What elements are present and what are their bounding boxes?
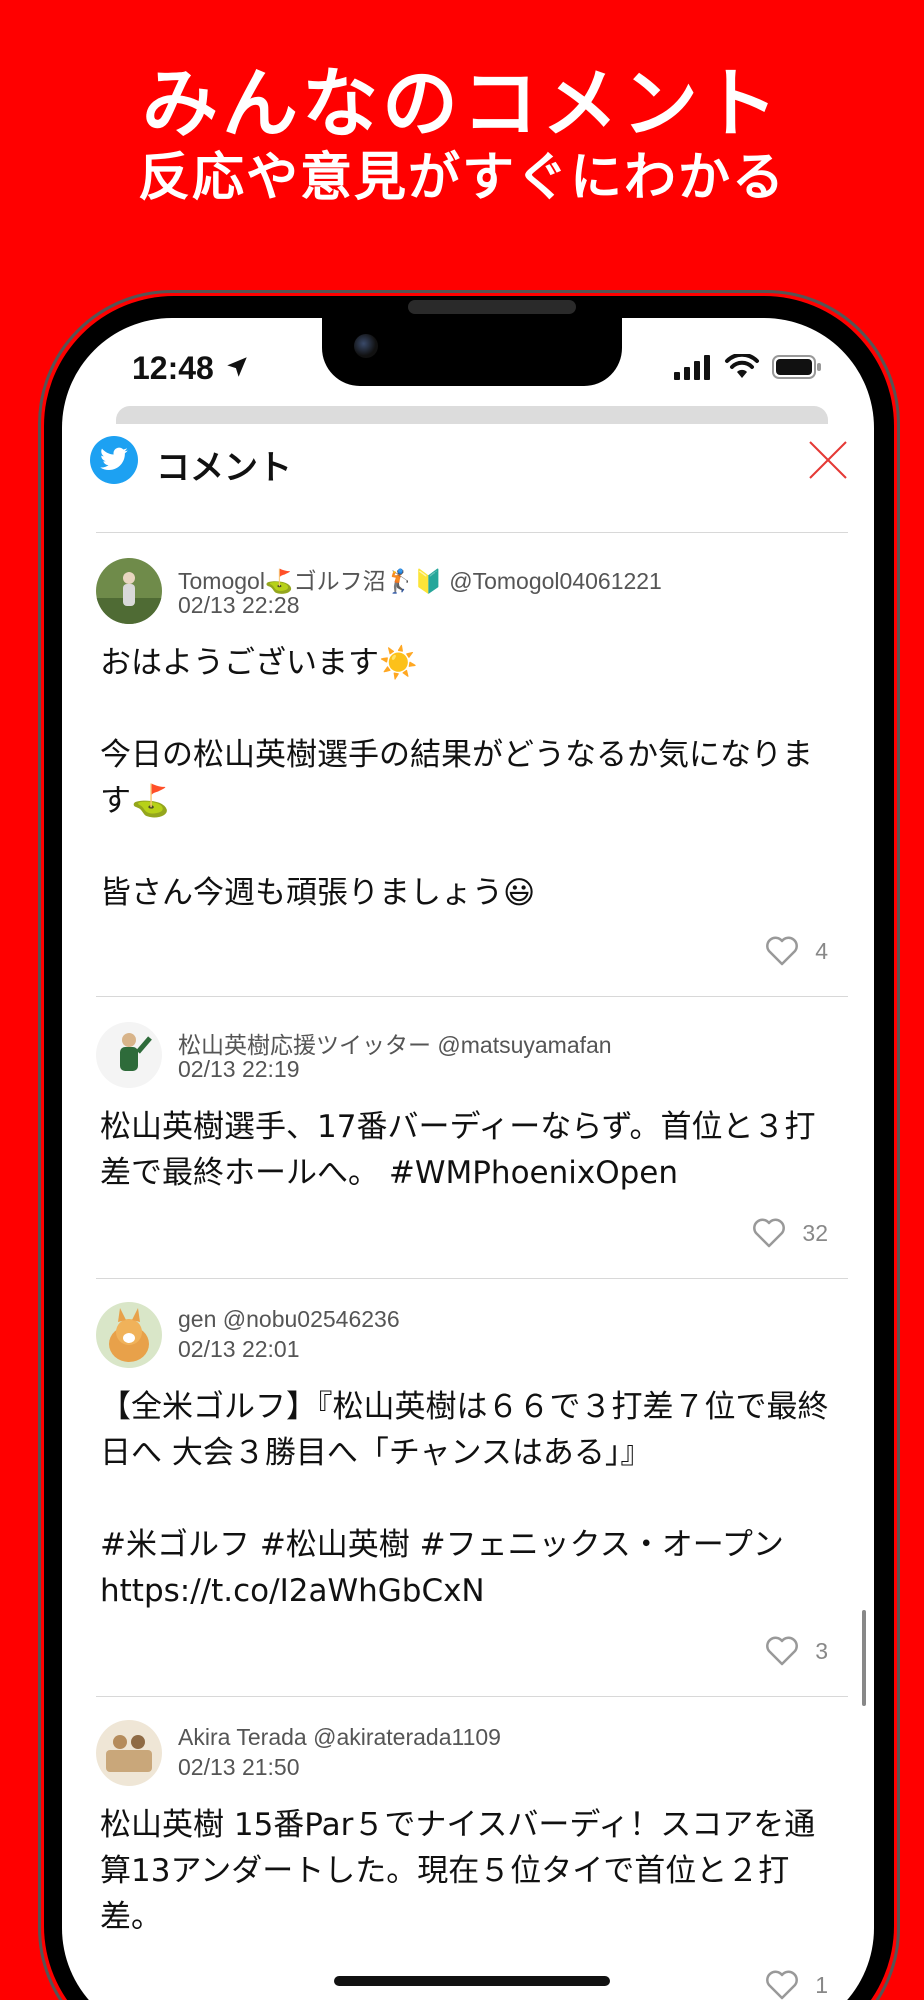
comment-text: 松山英樹 15番Par５でナイスバーディ！スコアを通算13アンダートした。現在５… xyxy=(100,1807,816,1935)
scrollbar[interactable] xyxy=(862,1610,866,1706)
comment-date: 02/13 22:28 xyxy=(178,592,300,618)
comment-text: 【全米ゴルフ】『松山英樹は６６で３打差７位で最終日へ 大会３勝目へ「チャンスはあ… xyxy=(100,1389,829,1609)
comment-divider xyxy=(96,996,848,997)
like-count: 4 xyxy=(815,937,828,964)
modal-title: コメント xyxy=(156,448,292,488)
modal-header: コメント xyxy=(80,424,866,530)
like-count: 1 xyxy=(815,1971,828,1998)
avatar xyxy=(96,1720,162,1786)
comment-divider xyxy=(96,1696,848,1697)
comment-text: 松山英樹選手、17番バーディーならず。首位と３打差で最終ホールへ。 #WMPho… xyxy=(100,1109,816,1191)
heart-icon[interactable] xyxy=(765,1636,799,1666)
comment-user[interactable]: gen @nobu02546236 xyxy=(178,1306,400,1333)
comment-user[interactable]: Akira Terada @akiraterada1109 xyxy=(178,1724,501,1751)
promo-title: みんなのコメント xyxy=(142,59,782,148)
comment-text: おはようございます☀️ 今日の松山英樹選手の結果がどうなるか気になります⛳ 皆さ… xyxy=(100,645,813,911)
like-group: 32 xyxy=(752,1218,828,1248)
heart-icon[interactable] xyxy=(765,1970,799,2000)
comment-user[interactable]: 松山英樹応援ツイッター @matsuyamafan xyxy=(178,1026,612,1060)
status-time: 12:48 xyxy=(132,350,214,386)
home-indicator[interactable] xyxy=(334,1976,610,1986)
close-icon[interactable] xyxy=(806,438,850,482)
avatar xyxy=(96,1302,162,1368)
avatar xyxy=(96,558,162,624)
comment-date: 02/13 21:50 xyxy=(178,1754,300,1780)
front-camera xyxy=(354,334,378,358)
heart-icon[interactable] xyxy=(752,1218,786,1248)
like-count: 3 xyxy=(815,1637,828,1664)
comment-date: 02/13 22:19 xyxy=(178,1056,300,1082)
speaker-grille xyxy=(408,300,576,314)
cellular-signal-icon xyxy=(674,355,710,380)
like-count: 32 xyxy=(802,1219,828,1246)
status-icons xyxy=(674,354,822,380)
comment-user[interactable]: Tomogol⛳ゴルフ沼🏌🔰 @Tomogol04061221 xyxy=(178,562,662,596)
comment-date: 02/13 22:01 xyxy=(178,1336,300,1362)
header-divider xyxy=(96,532,848,533)
location-arrow-icon xyxy=(227,357,247,377)
wifi-icon xyxy=(725,354,759,378)
like-group: 3 xyxy=(765,1636,828,1666)
avatar xyxy=(96,1022,162,1088)
like-group: 1 xyxy=(765,1970,828,2000)
twitter-icon xyxy=(90,436,138,484)
comment-divider xyxy=(96,1278,848,1279)
promo-subtitle: 反応や意見がすぐにわかる xyxy=(137,148,786,208)
battery-icon xyxy=(772,355,821,379)
like-group: 4 xyxy=(765,936,828,966)
heart-icon[interactable] xyxy=(765,936,799,966)
